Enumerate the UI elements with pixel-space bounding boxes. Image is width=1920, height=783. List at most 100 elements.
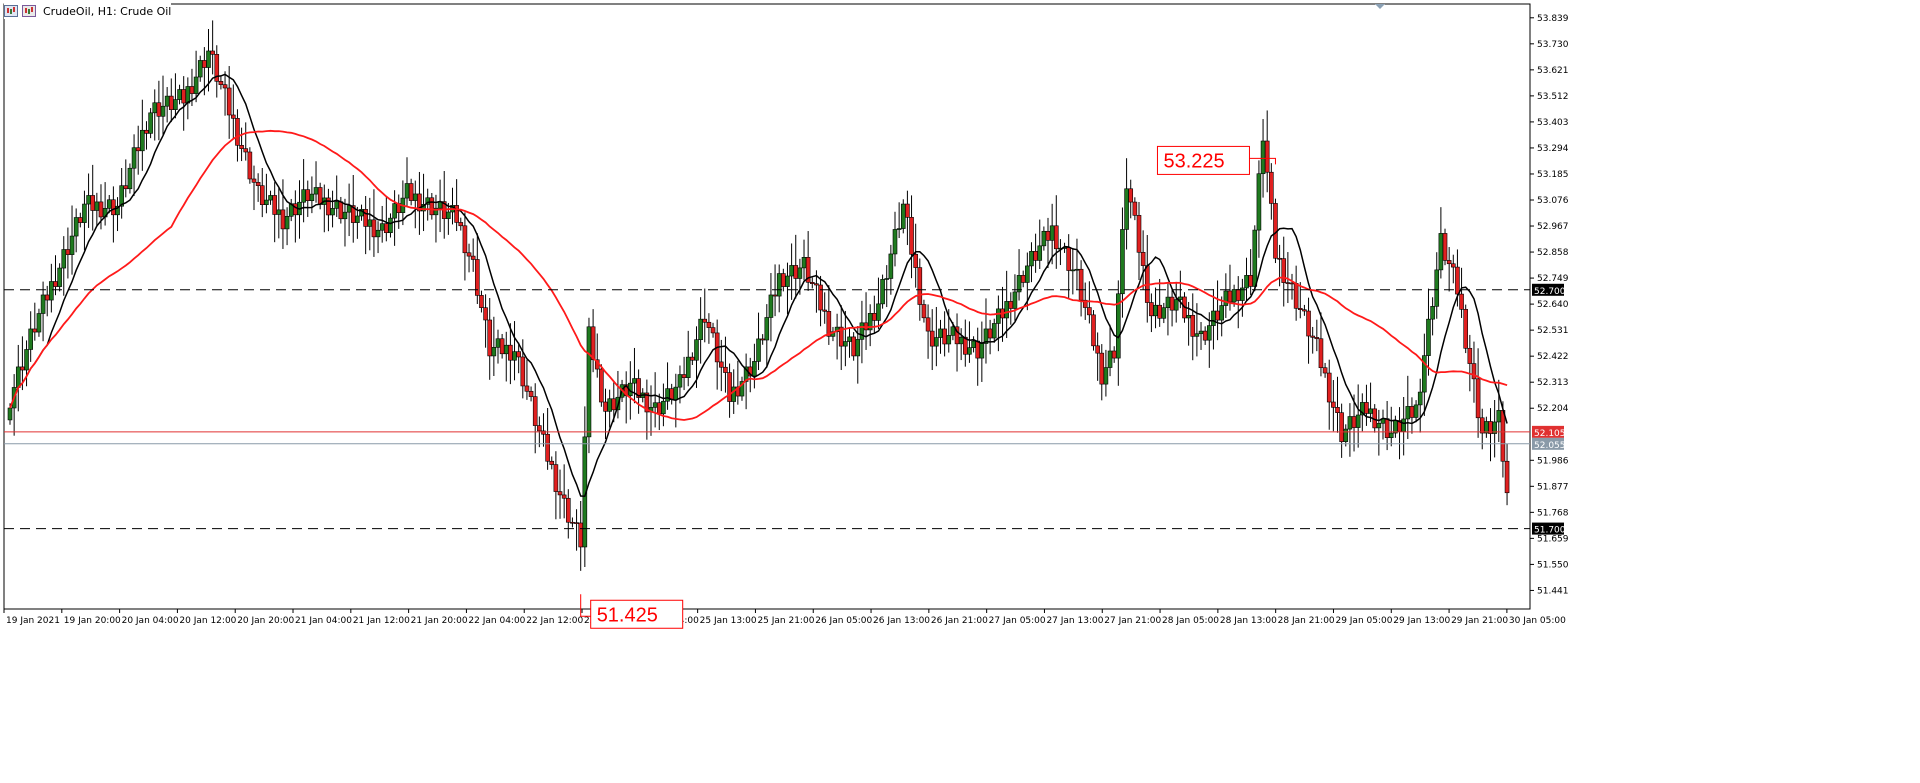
bull-candle bbox=[1004, 301, 1009, 319]
bull-candle bbox=[69, 235, 75, 255]
bear-candle bbox=[384, 223, 389, 234]
x-tick-label: 26 Jan 05:00 bbox=[815, 616, 872, 626]
bear-candle bbox=[690, 356, 695, 361]
bear-candle bbox=[681, 374, 687, 378]
bull-candle bbox=[86, 195, 91, 205]
bear-candle bbox=[1314, 337, 1320, 340]
x-tick-label: 21 Jan 12:00 bbox=[353, 616, 410, 626]
x-tick-label: 26 Jan 21:00 bbox=[931, 616, 988, 626]
annotation-label: 51.425 bbox=[597, 604, 658, 626]
bear-candle bbox=[1136, 215, 1142, 253]
y-tick-label: 51.659 bbox=[1537, 534, 1569, 544]
bear-candle bbox=[578, 522, 583, 548]
bull-candle bbox=[979, 343, 985, 359]
chart-title: CrudeOil, H1: Crude Oil bbox=[43, 4, 172, 18]
candlestick-chart[interactable]: 52.70052.10552.05551.70053.83953.73053.6… bbox=[0, 0, 1920, 783]
bear-candle bbox=[925, 317, 931, 332]
bear-candle bbox=[181, 89, 186, 104]
x-tick-label: 25 Jan 13:00 bbox=[700, 616, 757, 626]
bear-candle bbox=[1091, 314, 1096, 347]
bull-candle bbox=[388, 217, 393, 234]
y-tick-label: 51.877 bbox=[1537, 482, 1569, 492]
bear-candle bbox=[255, 182, 261, 186]
bear-candle bbox=[987, 328, 993, 339]
bear-candle bbox=[1351, 416, 1357, 428]
bull-candle bbox=[876, 303, 881, 321]
bear-candle bbox=[168, 95, 174, 110]
bull-candle bbox=[173, 99, 178, 110]
bull-candle bbox=[880, 279, 885, 305]
bear-candle bbox=[669, 388, 674, 401]
bear-candle bbox=[1128, 188, 1134, 203]
bull-candle bbox=[1211, 310, 1216, 326]
bull-candle bbox=[1376, 422, 1382, 429]
bear-candle bbox=[760, 338, 765, 341]
bull-candle bbox=[355, 215, 360, 223]
bull-candle bbox=[375, 229, 381, 238]
y-tick-label: 52.531 bbox=[1537, 326, 1569, 336]
bull-candle bbox=[1194, 333, 1200, 337]
bear-candle bbox=[462, 225, 468, 254]
x-tick-label: 29 Jan 05:00 bbox=[1335, 616, 1392, 626]
bull-candle bbox=[884, 278, 890, 280]
bear-candle bbox=[603, 401, 608, 412]
bull-candle bbox=[665, 388, 670, 402]
bull-candle bbox=[446, 211, 451, 219]
bull-candle bbox=[301, 189, 306, 203]
x-tick-label: 28 Jan 13:00 bbox=[1220, 616, 1277, 626]
bull-candle bbox=[934, 337, 939, 347]
bull-candle bbox=[1426, 318, 1431, 356]
chart-icon bbox=[4, 5, 18, 17]
bull-candle bbox=[1037, 245, 1043, 261]
bear-candle bbox=[218, 81, 224, 85]
bull-candle bbox=[991, 323, 997, 339]
bear-candle bbox=[872, 313, 877, 321]
chart-window[interactable]: 52.700 52.105 52.055 51.700 53.839 53.730 53.6… bbox=[0, 0, 1920, 783]
bear-candle bbox=[222, 84, 228, 89]
bear-candle bbox=[1157, 304, 1162, 319]
bull-candle bbox=[797, 267, 803, 279]
bear-candle bbox=[1087, 307, 1092, 316]
bear-candle bbox=[851, 336, 856, 357]
bull-candle bbox=[40, 294, 46, 314]
bear-candle bbox=[317, 187, 323, 205]
symbol-icon bbox=[22, 5, 36, 17]
bear-candle bbox=[1269, 171, 1274, 204]
bull-candle bbox=[1178, 296, 1183, 300]
bull-candle bbox=[673, 386, 679, 401]
bull-candle bbox=[1417, 391, 1423, 406]
bear-candle bbox=[1053, 225, 1059, 250]
bull-candle bbox=[24, 349, 29, 371]
bull-candle bbox=[342, 211, 348, 220]
bull-candle bbox=[677, 374, 683, 388]
y-tick-label: 52.422 bbox=[1537, 352, 1569, 362]
bear-candle bbox=[1099, 352, 1105, 385]
bull-candle bbox=[330, 208, 335, 216]
bear-candle bbox=[144, 129, 149, 134]
bear-candle bbox=[371, 219, 377, 238]
bear-candle bbox=[1409, 406, 1415, 418]
bear-candle bbox=[1442, 233, 1448, 261]
x-tick-label: 28 Jan 21:00 bbox=[1278, 616, 1335, 626]
bull-candle bbox=[379, 223, 385, 231]
bear-candle bbox=[243, 148, 249, 153]
bull-candle bbox=[1161, 307, 1167, 319]
bull-candle bbox=[491, 347, 497, 357]
bear-candle bbox=[553, 464, 559, 492]
bear-candle bbox=[565, 497, 571, 523]
bull-candle bbox=[313, 187, 319, 195]
y-tick-label: 53.185 bbox=[1537, 170, 1569, 180]
bull-candle bbox=[185, 86, 191, 104]
y-tick-label: 53.403 bbox=[1537, 118, 1569, 128]
bull-candle bbox=[776, 273, 782, 297]
bull-candle bbox=[28, 328, 33, 350]
bull-candle bbox=[698, 318, 703, 340]
bull-candle bbox=[49, 281, 54, 301]
bear-candle bbox=[1169, 296, 1175, 311]
bear-candle bbox=[809, 282, 815, 284]
bull-candle bbox=[661, 400, 666, 415]
x-tick-label: 21 Jan 04:00 bbox=[295, 616, 352, 626]
bear-candle bbox=[123, 185, 129, 190]
bear-candle bbox=[65, 249, 71, 255]
bear-candle bbox=[1264, 140, 1270, 173]
